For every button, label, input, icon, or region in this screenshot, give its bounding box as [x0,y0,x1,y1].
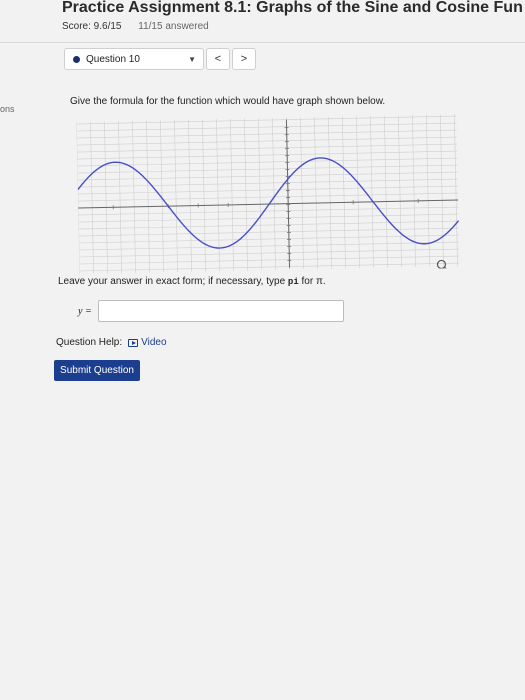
answer-instruction: Leave your answer in exact form; if nece… [58,276,326,287]
score-line: Score: 9.6/15 11/15 answered [62,21,209,32]
chevron-down-icon: ▼ [188,54,196,64]
video-help-link[interactable]: Video [128,337,167,348]
grid-line-horizontal [77,171,458,181]
answer-input[interactable] [98,300,344,322]
previous-question-button[interactable]: < [206,48,230,70]
graph-grid [76,114,460,275]
grid-line-horizontal [79,248,460,258]
submit-question-button[interactable]: Submit Question [54,360,140,381]
grid-line-horizontal [79,262,460,272]
instruction-text-before: Leave your answer in exact form; if nece… [58,276,288,287]
grid-line-horizontal [79,255,460,265]
sidebar-partial-text: ons [0,104,15,114]
question-help-label: Question Help: [56,337,123,348]
grid-line-horizontal [78,234,459,244]
answer-label: y = [78,306,92,317]
x-axis [78,199,459,209]
grid-line-horizontal [76,122,457,132]
question-help: Question Help: Video [56,337,167,348]
grid-line-horizontal [79,241,460,251]
grid-line-horizontal [78,213,459,223]
video-icon [128,338,139,347]
grid-line-horizontal [76,136,457,146]
grid-line-horizontal [77,143,457,153]
next-question-button[interactable]: > [232,48,256,70]
question-prompt: Give the formula for the function which … [70,96,386,107]
question-selector-label: Question 10 [86,53,140,65]
header-divider [0,42,525,43]
grid-line-horizontal [78,206,459,216]
page-title: Practice Assignment 8.1: Graphs of the S… [62,0,523,16]
grid-line-horizontal [78,220,459,230]
instruction-code: pi [287,277,299,287]
function-graph [76,114,460,275]
grid-line-horizontal [77,157,458,167]
grid-line-horizontal [76,115,457,125]
grid-line-horizontal [78,192,459,202]
score-text: Score: 9.6/15 [62,21,122,32]
instruction-text-after: for π. [298,276,326,287]
grid-line-horizontal [77,150,458,160]
video-link-label: Video [141,337,167,348]
grid-line-horizontal [77,178,458,188]
answered-count: 11/15 answered [138,21,209,32]
status-dot-icon [73,55,80,63]
grid-line-horizontal [76,129,457,139]
grid-line-horizontal [77,185,458,195]
question-selector[interactable]: Question 10 ▼ [64,48,204,70]
